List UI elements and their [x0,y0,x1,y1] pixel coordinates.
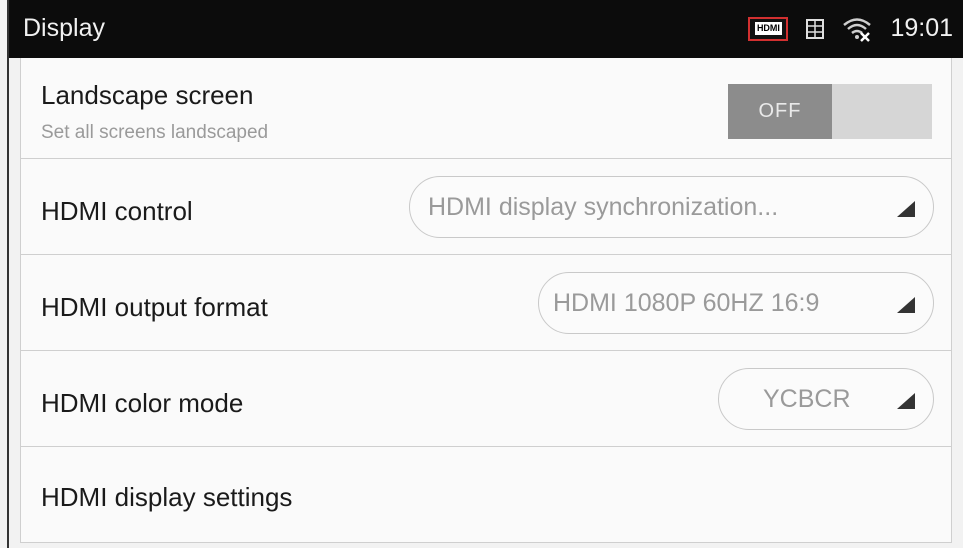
setting-label: HDMI color mode [41,388,244,418]
grid-icon [806,18,825,39]
dropdown-arrow-icon [897,393,915,409]
setting-label: HDMI display settings [41,482,293,512]
hdmi-color-mode-dropdown[interactable]: YCBCR [718,368,934,430]
setting-landscape-screen[interactable]: Landscape screen Set all screens landsca… [21,58,951,159]
status-icons: HDMI 19:01 [748,14,953,43]
dropdown-value: HDMI 1080P 60HZ 16:9 [553,288,820,317]
setting-hdmi-color-mode: HDMI color mode YCBCR [21,351,951,447]
dropdown-value: YCBCR [763,384,851,413]
wifi-icon [843,17,872,42]
hdmi-icon-text: HDMI [754,22,782,35]
hdmi-output-format-dropdown[interactable]: HDMI 1080P 60HZ 16:9 [538,272,934,334]
dropdown-arrow-icon [897,297,915,313]
page-title: Display [23,14,105,42]
setting-hdmi-output-format: HDMI output format HDMI 1080P 60HZ 16:9 [21,255,951,351]
status-time: 19:01 [890,14,953,42]
setting-sublabel: Set all screens landscaped [41,122,269,143]
hdmi-control-dropdown[interactable]: HDMI display synchronization... [409,176,934,238]
window-edge [7,0,9,548]
toggle-state: OFF [728,84,832,139]
setting-hdmi-display-settings[interactable]: HDMI display settings [21,447,951,542]
setting-label: HDMI output format [41,292,268,322]
setting-hdmi-control: HDMI control HDMI display synchronizatio… [21,159,951,255]
dropdown-value: HDMI display synchronization... [428,192,779,221]
setting-label: HDMI control [41,196,193,226]
hdmi-icon: HDMI [748,16,789,41]
landscape-toggle[interactable]: OFF [728,84,932,139]
dropdown-arrow-icon [897,201,915,217]
screen: Display HDMI 19:01 Landscape screen Set … [0,0,963,548]
status-bar: Display HDMI 19:01 [9,0,963,58]
settings-list: Landscape screen Set all screens landsca… [20,58,952,543]
setting-label: Landscape screen [41,80,254,110]
